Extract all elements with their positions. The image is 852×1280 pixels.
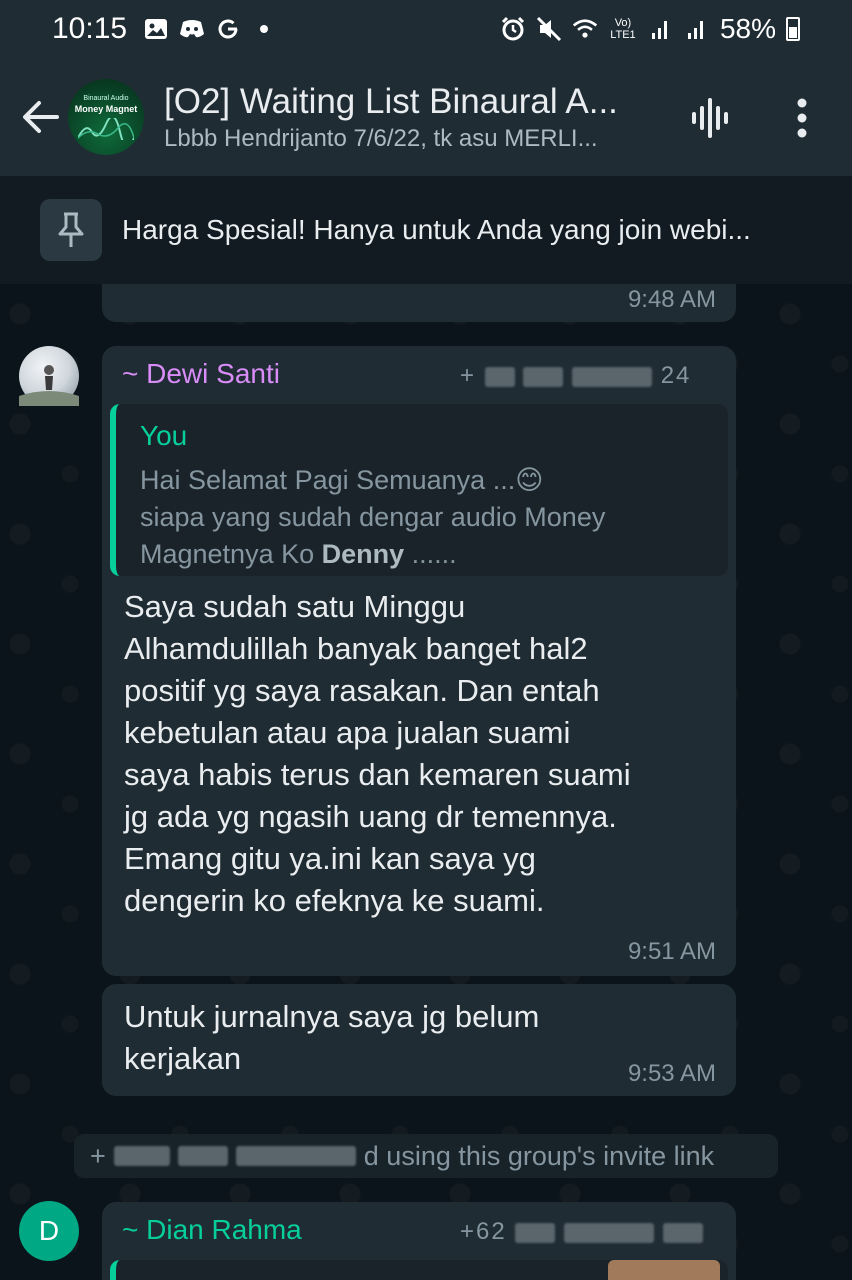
message-line: Emang gitu ya.ini kan saya yg [124,841,536,876]
avatar[interactable] [19,346,79,406]
mute-icon [536,16,562,42]
quoted-message[interactable]: You Hai Selamat Pagi Semuanya ...😊 siapa… [110,404,728,576]
status-time: 10:15 [52,12,128,45]
notification-icons [143,16,277,42]
pinned-text: Harga Spesial! Hanya untuk Anda yang joi… [122,214,751,245]
redaction [515,1222,556,1243]
sender-phone: +62 [460,1218,703,1246]
voice-chat-button[interactable] [680,88,740,148]
message-line: positif yg saya rasakan. Dan entah [124,673,600,708]
quote-thumbnail [608,1260,720,1280]
avatar[interactable]: D [19,1201,79,1261]
redaction [235,1146,356,1166]
message-line: saya habis terus dan kemaren suami [124,757,631,792]
more-vertical-icon [797,98,807,138]
pinned-message-bar[interactable]: Harga Spesial! Hanya untuk Anda yang joi… [0,176,852,284]
quote-line: siapa yang sudah dengar audio Money [140,502,606,532]
status-bar: 10:15 Vo) LTE1 58% [0,0,852,58]
message-text: berbeda? [124,284,255,294]
message-line: jg ada yg ngasih uang dr temennya. [124,799,617,834]
redaction [572,366,653,387]
back-button[interactable] [10,86,72,148]
group-members: Lbbb Hendrijanto 7/6/22, tk asu MERLI... [164,125,598,152]
system-notice: + d using this group's invite link [74,1134,778,1178]
sender-phone: + 24 [460,362,691,390]
message-line: Alhamdulillah banyak banget hal2 [124,631,588,666]
dot-icon [251,16,277,42]
chat-header: Binaural Audio Money Magnet [O2] Waiting… [0,58,852,176]
redaction [523,366,564,387]
redaction [662,1222,703,1243]
quote-author: You [140,420,188,451]
alarm-icon [500,16,526,42]
sound-wave-graphic [78,117,134,140]
redaction [113,1146,170,1166]
phone-start: + [460,362,477,389]
menu-button[interactable] [772,88,832,148]
phone-start: +62 [460,1218,507,1245]
battery-percent: 58% [719,13,776,44]
quoted-message[interactable] [110,1260,728,1280]
message-line: kerjakan [124,1041,242,1076]
avatar-letter: D [38,1215,60,1246]
message-line: Saya sudah satu Minggu [124,589,466,624]
signal-1-icon [648,16,674,42]
network-label: Vo) LTE1 [610,17,636,41]
quote-line: Hai Selamat Pagi Semuanya ...😊 [140,465,544,495]
redaction [564,1222,655,1243]
message-time: 9:48 AM [627,286,716,313]
discord-icon [179,16,205,42]
sender-name[interactable]: ~ Dian Rahma [122,1214,302,1246]
message-line: Untuk jurnalnya saya jg belum [124,999,540,1034]
message-bubble[interactable]: ~ Dian Rahma +62 [102,1202,736,1280]
quote-text: Hai Selamat Pagi Semuanya ...😊 siapa yan… [140,462,700,573]
message-bubble[interactable]: berbeda? 9:48 AM [102,284,736,322]
group-title: [O2] Waiting List Binaural A... [164,82,618,121]
avatar-caption: Binaural Audio [83,94,129,102]
message-text: Untuk jurnalnya saya jg belum kerjakan [124,996,539,1080]
signal-2-icon [684,16,710,42]
wifi-icon [572,16,598,42]
system-status: Vo) LTE1 58% [500,13,800,45]
quote-text-part: ...... [404,539,457,569]
arrow-left-icon [23,101,59,133]
person-photo-icon [19,365,79,406]
chat-area[interactable]: berbeda? 9:48 AM ~ Dewi Santi + 24 You H… [0,284,852,1280]
message-time: 9:51 AM [627,938,716,965]
quote-bold-name: Denny [321,539,405,569]
sender-name[interactable]: ~ Dewi Santi [122,358,280,390]
gallery-icon [143,16,169,42]
chat-info[interactable]: [O2] Waiting List Binaural A... Lbbb Hen… [164,81,664,153]
google-icon [215,16,241,42]
phone-end: 24 [660,362,692,389]
message-line: dengerin ko efeknya ke suami. [124,883,545,918]
group-avatar[interactable]: Binaural Audio Money Magnet [68,79,144,155]
notice-text: d using this group's invite link [363,1140,715,1171]
message-line: kebetulan atau apa jualan suami [124,715,571,750]
pin-icon [40,199,102,261]
message-bubble[interactable]: ~ Dewi Santi + 24 You Hai Selamat Pagi S… [102,346,736,976]
redaction [484,366,515,387]
audio-wave-icon [692,98,728,138]
message-text: Saya sudah satu Minggu Alhamdulillah ban… [124,586,724,922]
message-time: 9:53 AM [627,1060,716,1087]
battery-icon [786,17,800,41]
redaction [177,1146,228,1166]
avatar-title: Money Magnet [74,103,138,114]
quote-line: Magnetnya Ko Denny ...... [140,536,700,573]
notice-prefix: + [90,1140,106,1171]
quote-text-part: Magnetnya Ko [140,539,322,569]
message-bubble[interactable]: Untuk jurnalnya saya jg belum kerjakan 9… [102,984,736,1096]
